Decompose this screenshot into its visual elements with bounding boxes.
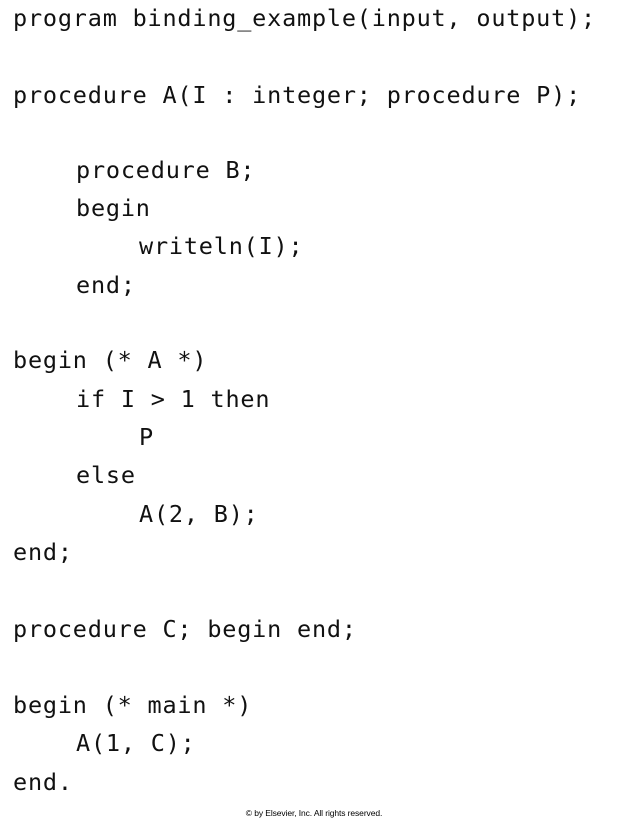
code-line: P: [139, 423, 154, 451]
code-line: A(1, C);: [76, 729, 196, 757]
code-line: A(2, B);: [139, 500, 259, 528]
code-line: end.: [13, 768, 73, 796]
code-line: procedure A(I : integer; procedure P);: [13, 81, 582, 109]
code-line: end;: [76, 271, 136, 299]
code-line: procedure B;: [76, 156, 256, 184]
code-line: begin: [76, 194, 151, 222]
code-line: if I > 1 then: [76, 385, 271, 413]
code-line: writeln(I);: [139, 232, 304, 260]
code-line: end;: [13, 538, 73, 566]
copyright-notice: © by Elsevier, Inc. All rights reserved.: [245, 808, 383, 818]
code-line: begin (* A *): [13, 346, 208, 374]
code-line: else: [76, 461, 136, 489]
code-line: begin (* main *): [13, 691, 253, 719]
code-listing: program binding_example(input, output); …: [13, 0, 623, 796]
code-line: procedure C; begin end;: [13, 615, 357, 643]
code-line: program binding_example(input, output);: [13, 4, 596, 32]
